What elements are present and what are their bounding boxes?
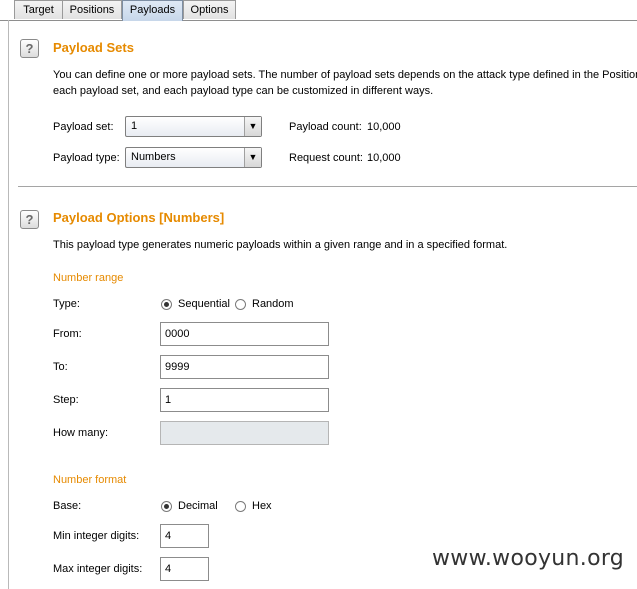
from-field[interactable]: 0000	[160, 322, 329, 346]
panel-left-border	[8, 20, 9, 589]
payload-type-label: Payload type:	[53, 152, 120, 164]
min-integer-digits-label: Min integer digits:	[53, 530, 140, 542]
step-label: Step:	[53, 394, 79, 406]
max-integer-digits-label: Max integer digits:	[53, 563, 143, 575]
max-integer-digits-field[interactable]: 4	[160, 557, 209, 581]
help-icon-payload-options[interactable]: ?	[20, 210, 39, 229]
help-icon-payload-sets[interactable]: ?	[20, 39, 39, 58]
step-field[interactable]: 1	[160, 388, 329, 412]
from-label: From:	[53, 328, 82, 340]
payload-count-label: Payload count:	[289, 121, 362, 133]
to-field[interactable]: 9999	[160, 355, 329, 379]
min-integer-digits-field[interactable]: 4	[160, 524, 209, 548]
tab-payloads[interactable]: Payloads	[122, 0, 183, 21]
payload-options-description: This payload type generates numeric payl…	[53, 239, 508, 251]
tab-positions[interactable]: Positions	[62, 0, 122, 19]
section-divider	[18, 186, 637, 187]
random-label: Random	[252, 298, 294, 310]
decimal-label: Decimal	[178, 500, 218, 512]
payload-count-value: 10,000	[367, 121, 401, 133]
payload-sets-description-line2: each payload set, and each payload type …	[53, 85, 434, 97]
sequential-radio[interactable]	[161, 299, 172, 310]
random-radio[interactable]	[235, 299, 246, 310]
range-type-label: Type:	[53, 298, 80, 310]
tab-bar: Target Positions Payloads Options	[0, 0, 637, 21]
payload-set-label: Payload set:	[53, 121, 114, 133]
payload-sets-title: Payload Sets	[53, 40, 134, 55]
request-count-label: Request count:	[289, 152, 363, 164]
how-many-field	[160, 421, 329, 445]
tab-options[interactable]: Options	[183, 0, 236, 19]
payload-sets-description-line1: You can define one or more payload sets.…	[53, 69, 637, 81]
sequential-label: Sequential	[178, 298, 230, 310]
how-many-label: How many:	[53, 427, 109, 439]
chevron-down-icon[interactable]: ▼	[244, 117, 261, 136]
payload-type-value: Numbers	[131, 151, 176, 163]
hex-label: Hex	[252, 500, 272, 512]
payload-type-dropdown[interactable]: Numbers ▼	[125, 147, 262, 168]
hex-radio[interactable]	[235, 501, 246, 512]
number-range-title: Number range	[53, 272, 124, 284]
number-format-title: Number format	[53, 474, 127, 486]
chevron-down-icon[interactable]: ▼	[244, 148, 261, 167]
decimal-radio[interactable]	[161, 501, 172, 512]
base-label: Base:	[53, 500, 82, 512]
to-label: To:	[53, 361, 68, 373]
payload-set-value: 1	[131, 120, 138, 132]
payload-set-dropdown[interactable]: 1 ▼	[125, 116, 262, 137]
payload-options-title: Payload Options [Numbers]	[53, 210, 225, 225]
watermark-text: www.wooyun.org	[432, 546, 625, 571]
request-count-value: 10,000	[367, 152, 401, 164]
tab-target[interactable]: Target	[14, 0, 63, 19]
